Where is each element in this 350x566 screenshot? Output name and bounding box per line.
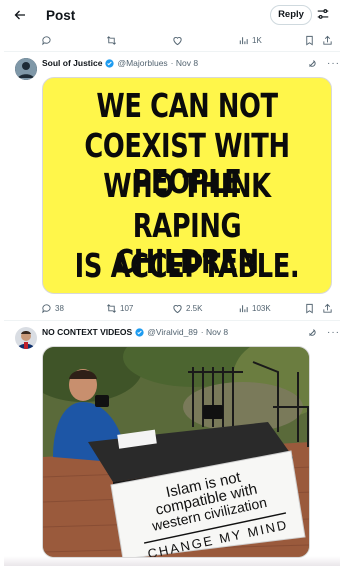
reply-icon	[42, 303, 51, 313]
like-icon[interactable]	[172, 31, 183, 49]
more-options-icon[interactable]: ···	[327, 59, 340, 69]
reply-button[interactable]: 38	[41, 299, 64, 317]
previous-post-actions: 1K	[4, 31, 340, 49]
like-icon	[173, 304, 182, 313]
divider	[4, 51, 340, 52]
author-handle[interactable]: @Majorblues	[117, 58, 167, 68]
meme-text-line: WHO THINK	[103, 166, 271, 205]
meme-text-line: WE CAN NOT	[96, 86, 278, 125]
top-bar: Post Reply	[4, 0, 340, 32]
grok-icon[interactable]	[307, 59, 317, 69]
post-author-line: Soul of Justice @Majorblues · Nov 8	[42, 58, 198, 68]
repost-icon[interactable]	[106, 31, 117, 49]
views-icon	[239, 36, 248, 44]
repost-count: 107	[120, 303, 134, 313]
repost-button[interactable]: 107	[106, 299, 133, 317]
views-stat[interactable]: 103K	[238, 299, 271, 317]
bottom-fade	[4, 556, 340, 566]
change-my-mind-photo: Islam is not compatible with western civ…	[43, 347, 309, 557]
post-image[interactable]: WE CAN NOT COEXIST WITH PEOPLE WHO THINK…	[42, 77, 332, 294]
reply-icon[interactable]	[41, 31, 52, 49]
views-icon	[239, 304, 248, 312]
like-count: 2.5K	[186, 303, 203, 313]
share-icon[interactable]	[322, 31, 333, 49]
verified-badge-icon	[135, 327, 144, 337]
post-thread: Post Reply 1K Soul of Justice @Majorblue…	[4, 0, 340, 566]
post-image[interactable]: Islam is not compatible with western civ…	[42, 346, 310, 558]
share-icon[interactable]	[322, 299, 333, 317]
avatar[interactable]	[15, 327, 37, 349]
post-author-line: NO CONTEXT VIDEOS @Viralvid_89 · Nov 8	[42, 327, 228, 337]
post-date[interactable]: · Nov 8	[171, 58, 198, 68]
bookmark-icon[interactable]	[304, 299, 315, 317]
avatar[interactable]	[15, 58, 37, 80]
repost-icon	[107, 303, 116, 313]
back-arrow-icon[interactable]	[14, 5, 26, 25]
more-options-icon[interactable]: ···	[327, 328, 340, 338]
like-button[interactable]: 2.5K	[172, 299, 202, 317]
divider	[4, 320, 340, 321]
sliders-icon[interactable]	[316, 5, 334, 23]
views-stat[interactable]: 1K	[238, 31, 262, 49]
author-name[interactable]: Soul of Justice	[42, 58, 102, 68]
views-count: 1K	[252, 35, 262, 45]
grok-icon[interactable]	[307, 328, 317, 338]
reply-count: 38	[55, 303, 64, 313]
post-top-icons: ···	[307, 328, 340, 338]
meme-text-line: IS ACCEPTABLE.	[74, 246, 300, 285]
author-handle[interactable]: @Viralvid_89	[147, 327, 198, 337]
reply-button[interactable]: Reply	[270, 5, 312, 25]
views-count: 103K	[252, 303, 271, 313]
author-name[interactable]: NO CONTEXT VIDEOS	[42, 327, 132, 337]
post-actions: 38 107 2.5K 103K	[4, 299, 340, 317]
post-top-icons: ···	[307, 59, 340, 69]
bookmark-icon[interactable]	[304, 31, 315, 49]
post-date[interactable]: · Nov 8	[201, 327, 228, 337]
page-title: Post	[46, 8, 76, 23]
verified-badge-icon	[105, 58, 115, 68]
